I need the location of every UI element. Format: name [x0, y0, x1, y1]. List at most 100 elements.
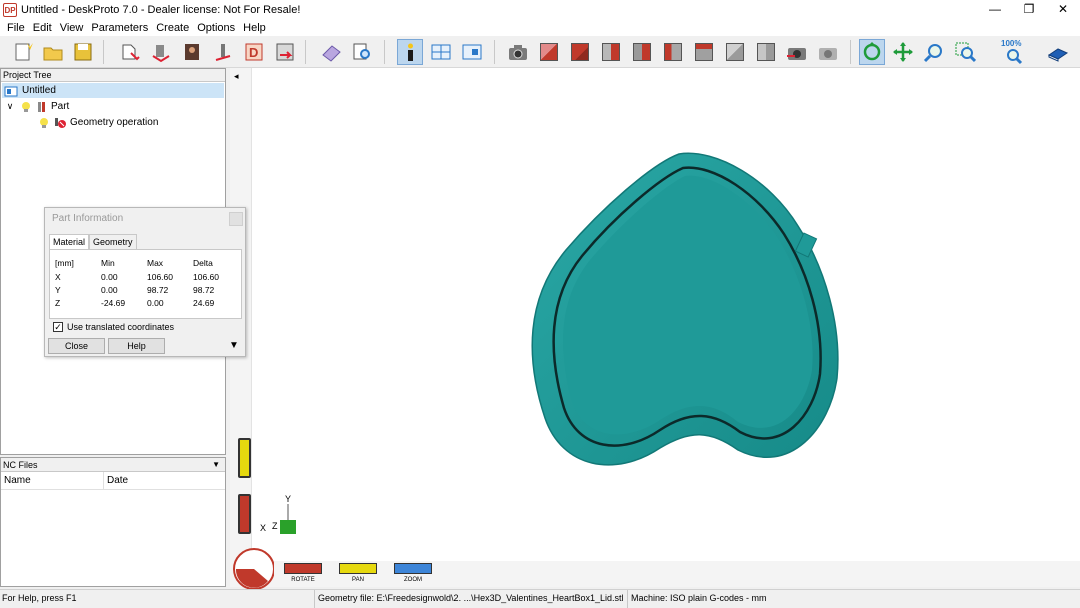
menu-parameters[interactable]: Parameters — [87, 22, 152, 34]
row-x-axis: X — [55, 272, 61, 282]
tree-label-operation: Geometry operation — [70, 117, 159, 128]
more-arrow-icon[interactable]: ▼ — [229, 340, 239, 351]
part-parameters-button[interactable] — [148, 39, 174, 65]
cube-bottom-icon — [726, 43, 744, 61]
menu-help[interactable]: Help — [239, 22, 270, 34]
row-x-max: 106.60 — [147, 272, 173, 282]
close-button[interactable]: Close — [48, 338, 105, 354]
header-unit: [mm] — [55, 258, 74, 268]
cube-top-icon — [695, 43, 713, 61]
zoom-100-button[interactable]: 100% — [1000, 39, 1026, 65]
import-geometry-button[interactable] — [117, 39, 143, 65]
view-top-button[interactable] — [691, 39, 717, 65]
save-nc-button[interactable] — [272, 39, 298, 65]
camera-next-button[interactable] — [815, 39, 841, 65]
lightbulb-icon[interactable] — [38, 117, 50, 129]
menu-edit[interactable]: Edit — [29, 22, 56, 34]
rotate-tool-button[interactable] — [859, 39, 885, 65]
menu-options[interactable]: Options — [193, 22, 239, 34]
zoom-fit-icon — [1007, 49, 1023, 65]
translated-coords-checkbox[interactable]: ✓ — [53, 322, 63, 332]
column-date[interactable]: Date — [104, 472, 128, 489]
new-project-button[interactable] — [10, 39, 36, 65]
zoom-window-button[interactable] — [952, 39, 978, 65]
view-front-button[interactable] — [567, 39, 593, 65]
minimize-button[interactable]: — — [978, 0, 1012, 19]
zoom-mode-label: ZOOM — [404, 577, 422, 583]
axis-gizmo-icon — [280, 504, 296, 534]
cube-back-icon — [633, 43, 651, 61]
nc-files-dropdown-icon[interactable]: ▼ — [212, 458, 220, 472]
tree-item-operation[interactable]: Geometry operation — [35, 115, 225, 130]
3d-viewport[interactable]: ◂ Y X Z ROTATE PAN ZOOM — [230, 68, 1080, 589]
column-name[interactable]: Name — [1, 472, 104, 489]
svg-text:D: D — [249, 45, 258, 60]
tab-material[interactable]: Material — [49, 234, 90, 249]
cube-plain-icon — [757, 43, 775, 61]
pan-mode-label: PAN — [352, 577, 364, 583]
drawing-button[interactable]: D — [241, 39, 267, 65]
view-bottom-button[interactable] — [722, 39, 748, 65]
dimensions-table: [mm] Min Max Delta X 0.00 106.60 106.60 … — [49, 249, 242, 319]
help-button[interactable]: Help — [108, 338, 165, 354]
expander-chevron-icon[interactable]: ∨ — [3, 101, 17, 112]
row-z-min: -24.69 — [101, 298, 126, 308]
menu-view[interactable]: View — [56, 22, 88, 34]
menu-file[interactable]: File — [3, 22, 29, 34]
zoom-tool-button[interactable] — [921, 39, 947, 65]
status-help: For Help, press F1 — [2, 593, 77, 603]
dialog-tabs: Material Geometry — [49, 234, 137, 249]
view-left-button[interactable] — [660, 39, 686, 65]
save-button[interactable] — [70, 39, 96, 65]
inspect-button[interactable] — [349, 39, 375, 65]
layout-button[interactable] — [428, 39, 454, 65]
tree-item-project[interactable]: Untitled — [2, 83, 224, 98]
camera-prev-icon — [787, 48, 806, 60]
rotate-dial-icon[interactable] — [230, 545, 274, 589]
operation-icon — [215, 44, 231, 61]
restore-button[interactable]: ❐ — [1012, 0, 1046, 19]
bitmap-button[interactable] — [179, 39, 205, 65]
status-geometry: Geometry file: E:\Freedesignwold\2. ...\… — [318, 593, 624, 603]
header-max: Max — [147, 258, 164, 268]
save-nc-icon — [276, 43, 294, 61]
help-book-button[interactable] — [1045, 39, 1071, 65]
screenshot-button[interactable] — [505, 39, 531, 65]
pan-mode-button[interactable] — [339, 563, 377, 574]
view-back-button[interactable] — [629, 39, 655, 65]
window-title: Untitled - DeskProto 7.0 - Dealer licens… — [21, 3, 301, 16]
row-z-max: 0.00 — [147, 298, 164, 308]
part-info-button[interactable] — [397, 39, 423, 65]
camera-next-icon — [819, 48, 837, 60]
translated-coords-label: Use translated coordinates — [67, 322, 175, 332]
tree-item-part[interactable]: ∨ Part — [3, 99, 225, 114]
part-parameters-icon — [152, 45, 170, 63]
camera-prev-button[interactable] — [784, 39, 810, 65]
lightbulb-icon[interactable] — [20, 101, 32, 113]
heart-lid-model — [531, 152, 839, 466]
view-plain-button[interactable] — [753, 39, 779, 65]
project-tree-header: Project Tree — [1, 69, 225, 82]
row-z-axis: Z — [55, 298, 61, 308]
help-book-icon — [1047, 48, 1069, 62]
operation-button[interactable] — [210, 39, 236, 65]
nc-files-panel: NC Files ▼ Name Date — [0, 457, 226, 587]
dialog-close-box[interactable] — [229, 212, 243, 226]
simulation-button[interactable] — [318, 39, 344, 65]
zoom-mode-button[interactable] — [394, 563, 432, 574]
image-view-button[interactable] — [459, 39, 485, 65]
tab-geometry[interactable]: Geometry — [89, 234, 137, 249]
view-iso-button[interactable] — [536, 39, 562, 65]
rotate-mode-button[interactable] — [284, 563, 322, 574]
close-button[interactable]: ✕ — [1046, 0, 1080, 19]
open-button[interactable] — [40, 39, 66, 65]
info-i-icon — [408, 43, 413, 61]
main-toolbar: D 100% — [0, 36, 1080, 68]
inspect-icon — [353, 43, 370, 60]
view-right-button[interactable] — [598, 39, 624, 65]
pan-tool-button[interactable] — [890, 39, 916, 65]
rotate-mode-label: ROTATE — [291, 577, 315, 583]
menu-create[interactable]: Create — [152, 22, 193, 34]
status-machine-cell: Machine: ISO plain G-codes - mm — [627, 590, 1080, 608]
axis-x-label: X — [260, 523, 267, 533]
